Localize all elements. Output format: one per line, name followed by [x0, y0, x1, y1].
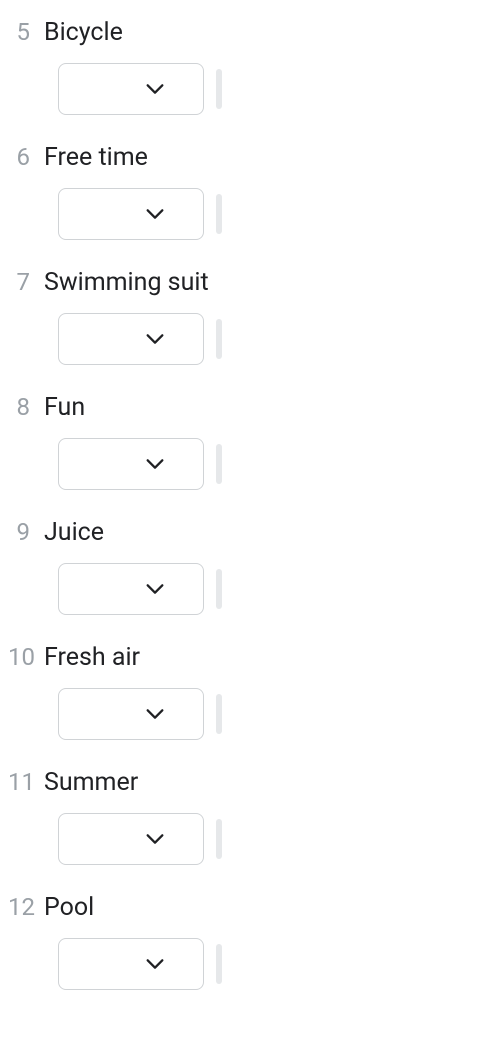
question-number: 5 [8, 18, 44, 46]
question-label: Summer [44, 768, 138, 797]
control-row [8, 313, 500, 365]
control-row [8, 813, 500, 865]
chevron-down-icon [144, 578, 166, 600]
status-marker [216, 569, 222, 609]
question-number: 11 [8, 768, 44, 796]
answer-dropdown[interactable] [58, 688, 204, 740]
question-label: Fun [44, 393, 85, 422]
chevron-down-icon [144, 78, 166, 100]
question-header: 8 Fun [8, 393, 500, 422]
question-item: 5 Bicycle [0, 18, 500, 115]
question-label: Fresh air [44, 643, 140, 672]
status-marker [216, 319, 222, 359]
control-row [8, 63, 500, 115]
status-marker [216, 944, 222, 984]
control-row [8, 938, 500, 990]
question-item: 11 Summer [0, 768, 500, 865]
answer-dropdown[interactable] [58, 438, 204, 490]
answer-dropdown[interactable] [58, 188, 204, 240]
status-marker [216, 694, 222, 734]
question-number: 7 [8, 268, 44, 296]
question-header: 10 Fresh air [8, 643, 500, 672]
answer-dropdown[interactable] [58, 563, 204, 615]
question-number: 8 [8, 393, 44, 421]
question-item: 10 Fresh air [0, 643, 500, 740]
answer-dropdown[interactable] [58, 938, 204, 990]
control-row [8, 438, 500, 490]
question-header: 12 Pool [8, 893, 500, 922]
question-item: 6 Free time [0, 143, 500, 240]
question-item: 7 Swimming suit [0, 268, 500, 365]
question-number: 10 [8, 643, 44, 671]
question-number: 6 [8, 143, 44, 171]
chevron-down-icon [144, 828, 166, 850]
question-list: 5 Bicycle 6 Free time 7 Swimming suit [0, 0, 500, 990]
question-label: Free time [44, 143, 148, 172]
status-marker [216, 819, 222, 859]
question-header: 7 Swimming suit [8, 268, 500, 297]
chevron-down-icon [144, 453, 166, 475]
question-label: Swimming suit [44, 268, 209, 297]
question-label: Juice [44, 518, 104, 547]
chevron-down-icon [144, 953, 166, 975]
question-label: Bicycle [44, 18, 123, 47]
chevron-down-icon [144, 203, 166, 225]
control-row [8, 563, 500, 615]
chevron-down-icon [144, 328, 166, 350]
question-number: 12 [8, 893, 44, 921]
chevron-down-icon [144, 703, 166, 725]
question-header: 6 Free time [8, 143, 500, 172]
question-header: 9 Juice [8, 518, 500, 547]
question-item: 12 Pool [0, 893, 500, 990]
control-row [8, 188, 500, 240]
question-number: 9 [8, 518, 44, 546]
status-marker [216, 194, 222, 234]
answer-dropdown[interactable] [58, 63, 204, 115]
question-item: 8 Fun [0, 393, 500, 490]
answer-dropdown[interactable] [58, 813, 204, 865]
status-marker [216, 444, 222, 484]
control-row [8, 688, 500, 740]
question-header: 5 Bicycle [8, 18, 500, 47]
status-marker [216, 69, 222, 109]
answer-dropdown[interactable] [58, 313, 204, 365]
question-item: 9 Juice [0, 518, 500, 615]
question-header: 11 Summer [8, 768, 500, 797]
question-label: Pool [44, 893, 94, 922]
